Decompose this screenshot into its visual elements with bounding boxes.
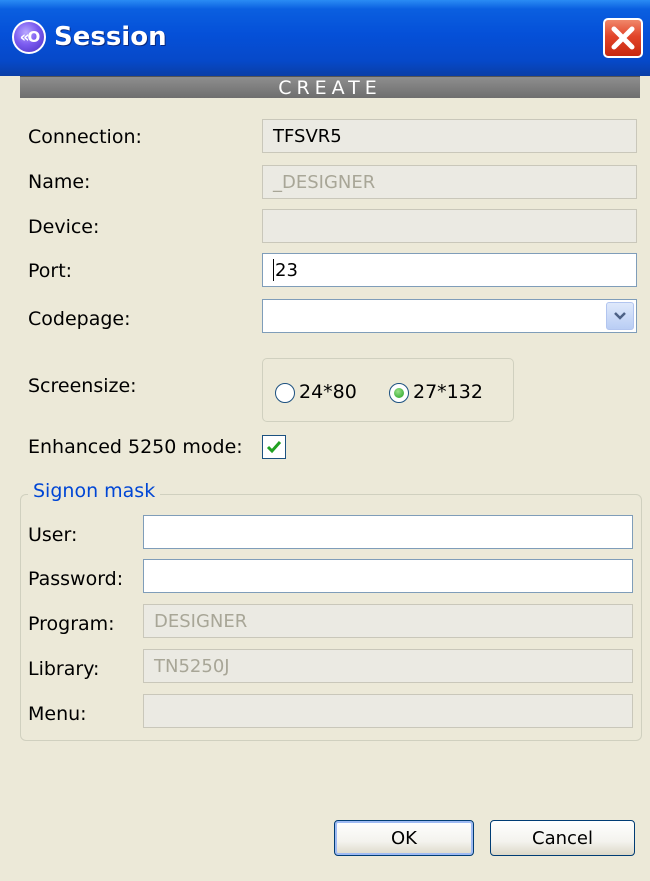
connection-value: TFSVR5 — [273, 125, 342, 147]
program-value: DESIGNER — [154, 610, 248, 632]
device-label: Device: — [28, 216, 100, 238]
name-field: _DESIGNER — [262, 165, 637, 199]
signon-mask-legend: Signon mask — [28, 480, 161, 502]
password-input[interactable] — [143, 559, 633, 593]
user-input[interactable] — [143, 515, 633, 549]
connection-label: Connection: — [28, 126, 142, 148]
library-value: TN5250J — [154, 655, 230, 677]
chevron-down-icon — [614, 312, 626, 320]
close-button[interactable] — [603, 18, 643, 58]
library-label: Library: — [28, 658, 100, 680]
enhanced-5250-checkbox[interactable] — [262, 435, 286, 459]
enhanced-5250-label: Enhanced 5250 mode: — [28, 436, 243, 458]
cancel-button[interactable]: Cancel — [490, 820, 635, 856]
port-label: Port: — [28, 260, 73, 282]
window-title: Session — [54, 22, 167, 52]
codepage-dropdown-button[interactable] — [606, 302, 634, 330]
port-input[interactable]: 23 — [262, 253, 637, 287]
checkmark-icon — [266, 441, 282, 454]
device-field — [262, 209, 637, 243]
codepage-label: Codepage: — [28, 308, 131, 330]
title-bar[interactable]: «O Session — [0, 0, 650, 76]
session-dialog: «O Session CREATE Connection: TFSVR5 Nam… — [0, 0, 650, 881]
menu-label: Menu: — [28, 703, 87, 725]
close-icon — [611, 26, 635, 50]
library-field: TN5250J — [143, 649, 633, 683]
create-header: CREATE — [20, 76, 640, 99]
session-app-icon: «O — [12, 20, 46, 54]
screensize-24x80-radio[interactable] — [275, 383, 295, 403]
codepage-select[interactable] — [262, 299, 637, 333]
name-value: _DESIGNER — [273, 171, 376, 193]
port-value: 23 — [275, 259, 298, 281]
text-caret — [273, 259, 274, 281]
connection-field: TFSVR5 — [262, 119, 637, 153]
program-field: DESIGNER — [143, 604, 633, 638]
screensize-27x132-radio[interactable] — [389, 383, 409, 403]
screensize-27x132-label[interactable]: 27*132 — [413, 381, 483, 403]
ok-button[interactable]: OK — [334, 820, 474, 856]
name-label: Name: — [28, 171, 91, 193]
user-label: User: — [28, 524, 78, 546]
screensize-label: Screensize: — [28, 375, 137, 397]
screensize-24x80-label[interactable]: 24*80 — [299, 381, 357, 403]
password-label: Password: — [28, 568, 124, 590]
screensize-radio-group: 24*80 27*132 — [262, 358, 514, 422]
menu-field — [143, 694, 633, 728]
program-label: Program: — [28, 613, 115, 635]
